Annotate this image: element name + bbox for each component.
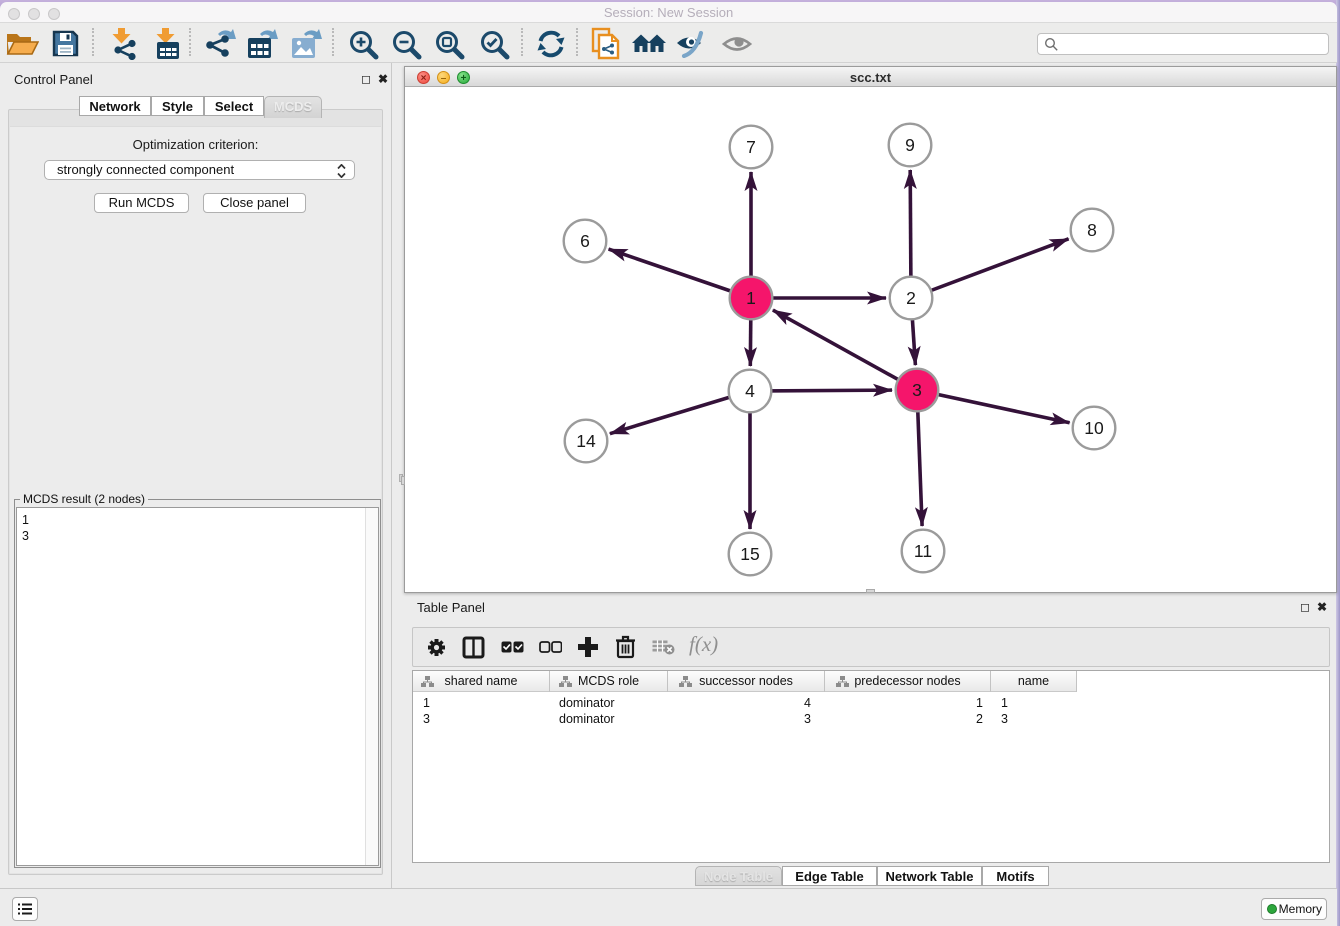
svg-text:2: 2 (906, 288, 916, 308)
svg-text:7: 7 (746, 137, 756, 157)
svg-text:10: 10 (1084, 418, 1104, 438)
svg-text:8: 8 (1087, 220, 1097, 240)
svg-text:3: 3 (912, 380, 922, 400)
svg-text:11: 11 (914, 541, 932, 561)
svg-text:15: 15 (740, 544, 759, 564)
svg-text:9: 9 (905, 135, 915, 155)
svg-text:6: 6 (580, 231, 590, 251)
svg-text:1: 1 (746, 288, 756, 308)
svg-text:14: 14 (576, 431, 596, 451)
svg-text:4: 4 (745, 381, 755, 401)
